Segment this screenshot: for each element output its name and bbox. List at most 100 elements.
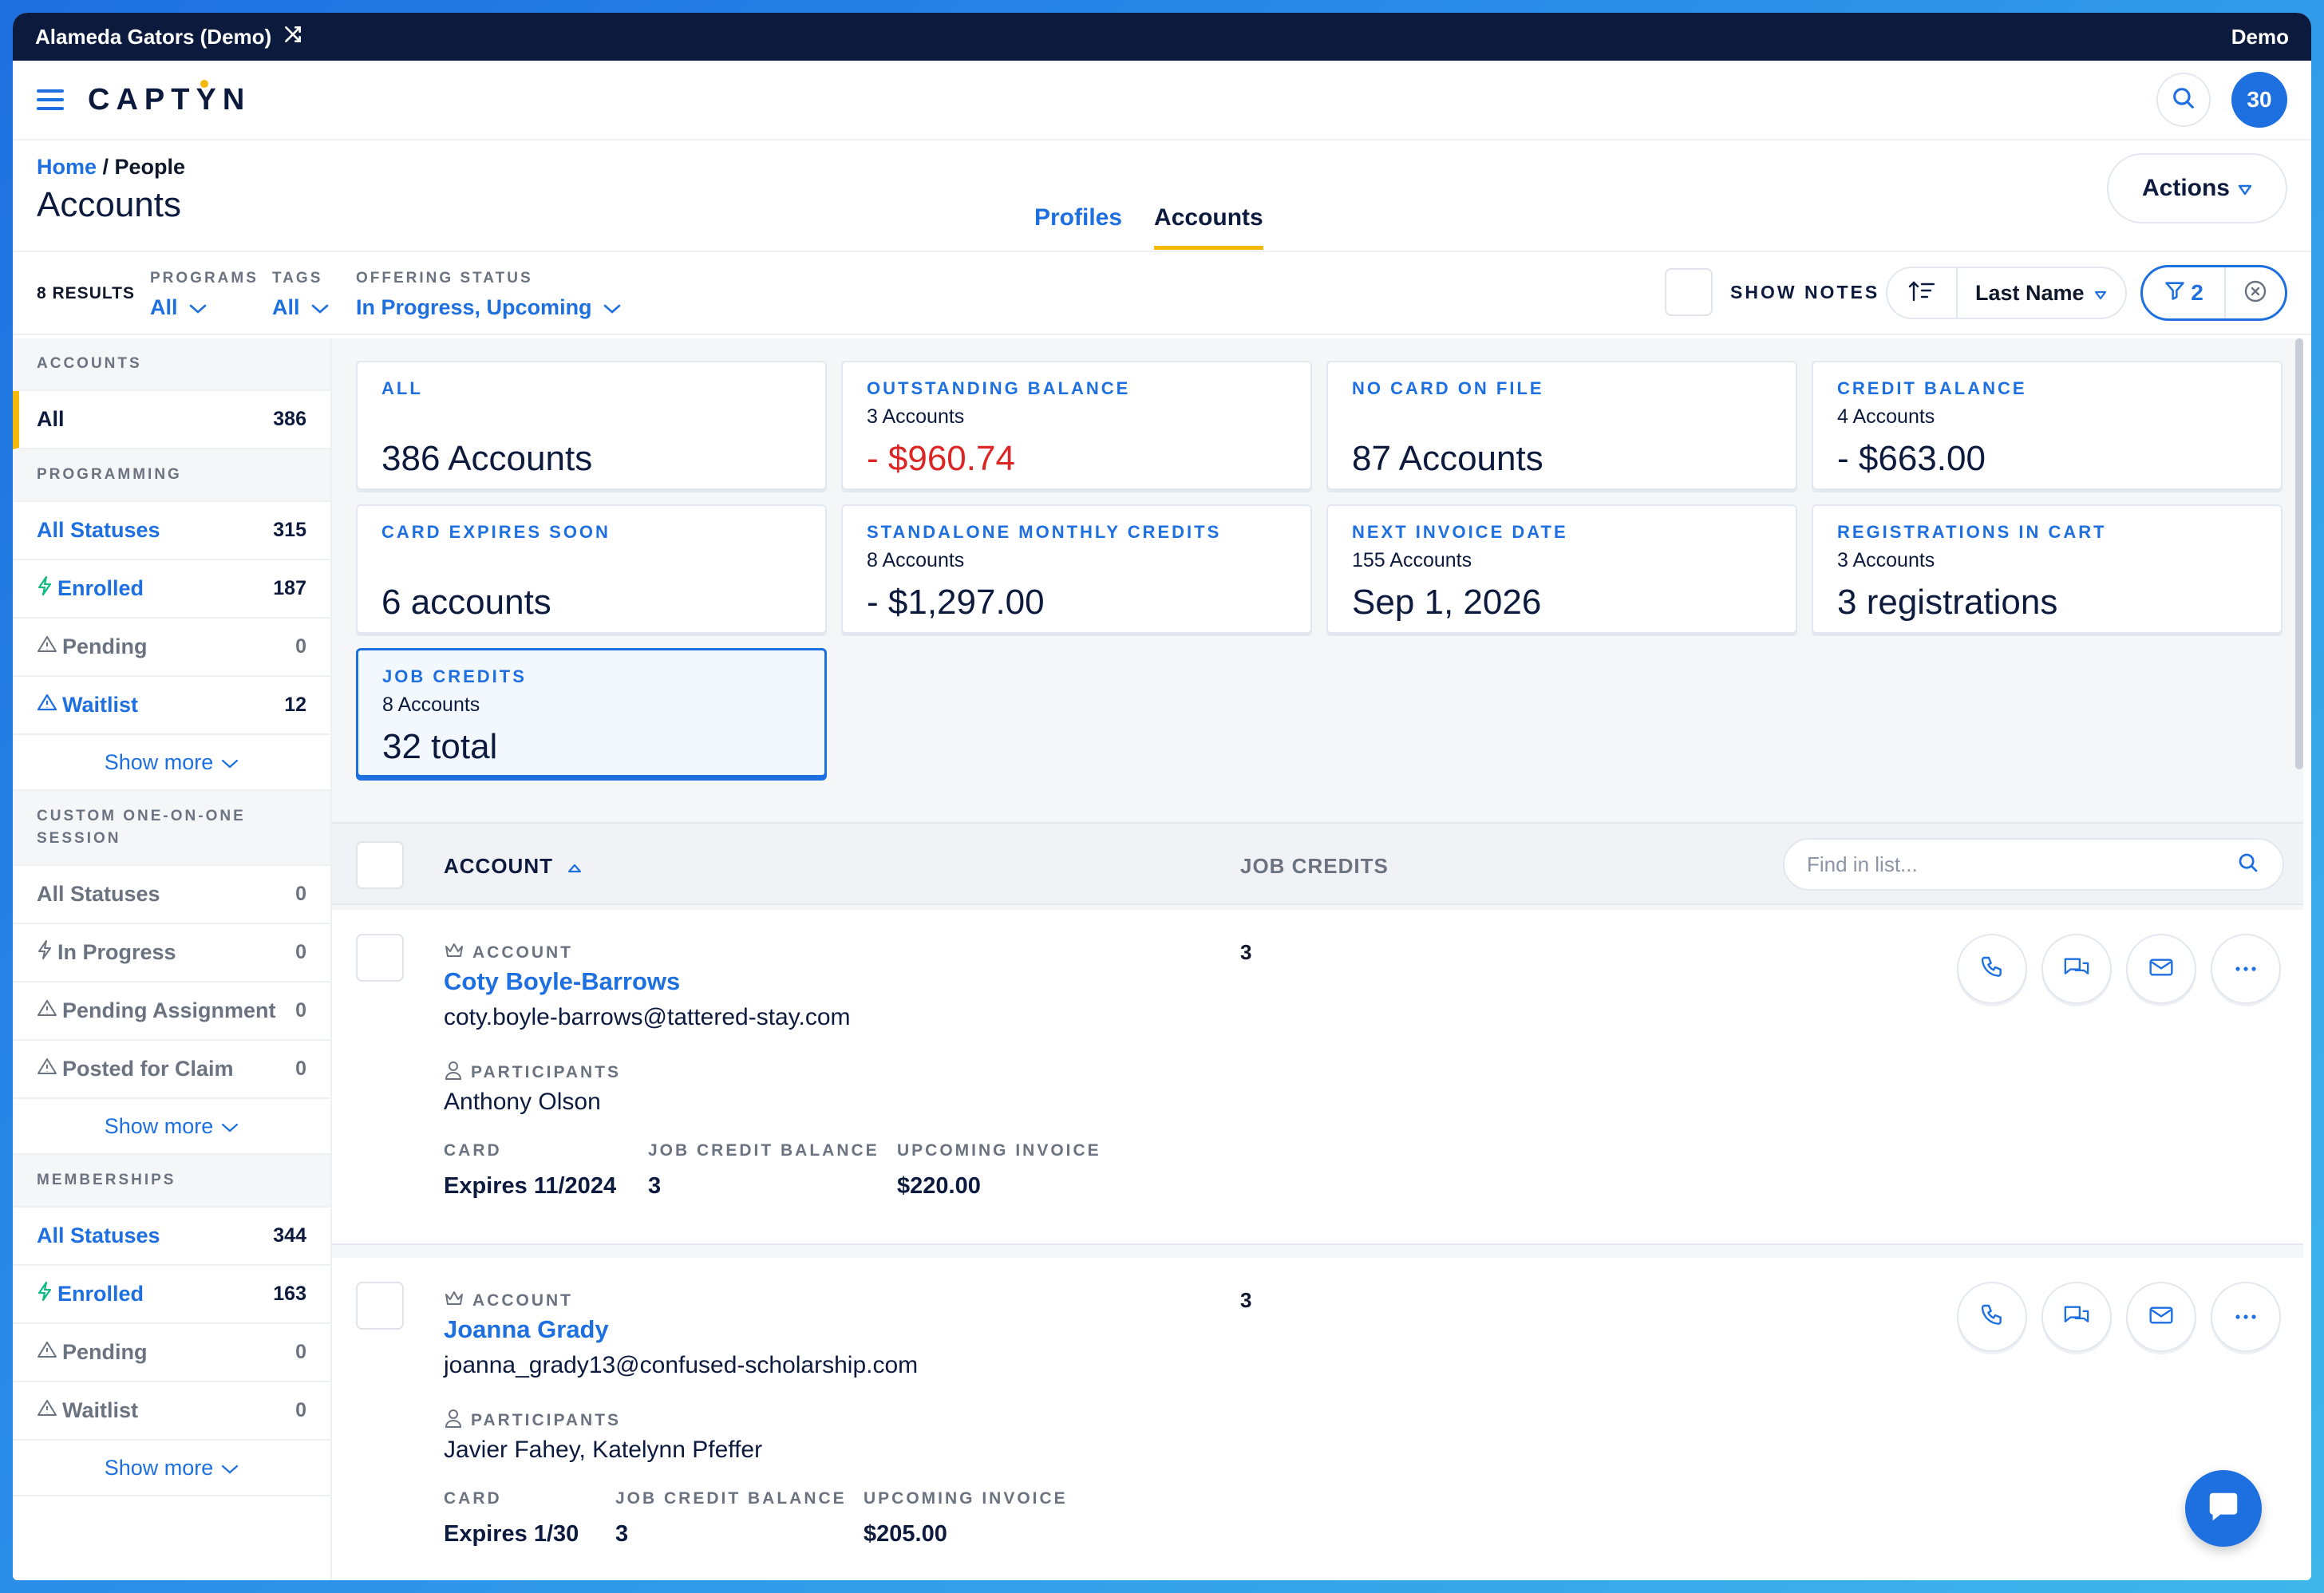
email-button[interactable] — [2126, 934, 2196, 1004]
sidebar-item-label: Pending Assignment — [62, 998, 276, 1022]
page-title: Accounts — [37, 185, 181, 224]
row-checkbox[interactable] — [356, 1282, 404, 1330]
caret-down-icon — [2094, 281, 2107, 306]
sidebar-item-memberships-waitlist[interactable]: Waitlist 0 — [13, 1382, 330, 1441]
call-button[interactable] — [1957, 934, 2027, 1004]
message-button[interactable] — [2041, 934, 2112, 1004]
org-name: Alameda Gators (Demo) — [35, 24, 272, 49]
sidebar-item-programming-pending[interactable]: Pending 0 — [13, 619, 330, 677]
participants-label: PARTICIPANTS — [471, 1063, 622, 1081]
bolt-icon — [37, 1281, 53, 1307]
row-checkbox[interactable] — [356, 934, 404, 982]
sidebar-item-memberships-all-statuses[interactable]: All Statuses 344 — [13, 1208, 330, 1266]
sort-direction-button[interactable] — [1887, 268, 1958, 318]
participants-label: PARTICIPANTS — [471, 1411, 622, 1429]
card-title: CREDIT BALANCE — [1837, 378, 2027, 398]
card-subtitle — [381, 405, 801, 429]
show-notes-checkbox[interactable] — [1665, 268, 1713, 316]
card-card-expires-soon[interactable]: CARD EXPIRES SOON 6 accounts — [356, 504, 827, 634]
ellipsis-icon — [2235, 962, 2257, 976]
find-in-list-input[interactable] — [1807, 852, 2206, 877]
account-column-header[interactable]: ACCOUNT — [444, 854, 582, 879]
participants-value: Javier Fahey, Katelynn Pfeffer — [444, 1437, 763, 1463]
card-value: 87 Accounts — [1352, 439, 1543, 478]
card-standalone-monthly-credits[interactable]: STANDALONE MONTHLY CREDITS 8 Accounts - … — [841, 504, 1312, 634]
sidebar-item-count: 0 — [295, 635, 306, 658]
captyn-logo[interactable]: CAPTYN — [88, 83, 251, 117]
sidebar-item-custom-pending-assignment[interactable]: Pending Assignment 0 — [13, 982, 330, 1041]
card-outstanding-balance[interactable]: OUTSTANDING BALANCE 3 Accounts - $960.74 — [841, 361, 1312, 490]
breadcrumb-home[interactable]: Home — [37, 155, 97, 179]
show-more-custom-session[interactable]: Show more — [13, 1099, 330, 1155]
sidebar-item-count: 0 — [295, 1057, 306, 1080]
sort-control[interactable]: Last Name — [1886, 267, 2127, 319]
search-button[interactable] — [2156, 73, 2211, 127]
sidebar-item-label: In Progress — [57, 940, 176, 964]
sidebar-item-custom-posted-for-claim[interactable]: Posted for Claim 0 — [13, 1041, 330, 1099]
programs-filter[interactable]: PROGRAMS All — [150, 270, 259, 320]
card-value: Sep 1, 2026 — [1352, 583, 1542, 622]
programs-filter-value: All — [150, 295, 178, 319]
show-notes-toggle[interactable]: SHOW NOTES — [1665, 268, 1879, 316]
scrollbar[interactable] — [2295, 338, 2303, 769]
crown-icon — [444, 1290, 464, 1312]
card-title: REGISTRATIONS IN CART — [1837, 522, 2107, 542]
search-icon — [2170, 85, 2197, 116]
tags-filter[interactable]: TAGS All — [272, 270, 329, 320]
sidebar-item-memberships-pending[interactable]: Pending 0 — [13, 1324, 330, 1382]
sidebar-item-label: All Statuses — [37, 518, 160, 542]
upcoming-invoice-value: $220.00 — [897, 1173, 981, 1199]
sidebar-item-programming-enrolled[interactable]: Enrolled 187 — [13, 560, 330, 619]
card-credit-balance[interactable]: CREDIT BALANCE 4 Accounts - $663.00 — [1812, 361, 2282, 490]
sidebar-item-custom-all-statuses[interactable]: All Statuses 0 — [13, 866, 330, 924]
sidebar-item-programming-all-statuses[interactable]: All Statuses 315 — [13, 502, 330, 560]
search-icon[interactable] — [2236, 851, 2260, 879]
select-all-checkbox[interactable] — [356, 841, 404, 889]
show-more-programming[interactable]: Show more — [13, 735, 330, 791]
card-value: 6 accounts — [381, 583, 551, 622]
org-switcher[interactable]: Alameda Gators (Demo) — [35, 24, 303, 50]
menu-icon[interactable] — [37, 89, 64, 110]
sidebar-heading-accounts: ACCOUNTS — [13, 338, 330, 391]
filter-button[interactable]: 2 — [2143, 267, 2226, 318]
account-column-label: ACCOUNT — [444, 854, 553, 878]
offering-status-value: In Progress, Upcoming — [356, 295, 592, 319]
support-chat-button[interactable] — [2185, 1470, 2262, 1547]
sidebar-item-accounts-all[interactable]: All 386 — [13, 391, 330, 449]
card-next-invoice-date[interactable]: NEXT INVOICE DATE 155 Accounts Sep 1, 20… — [1326, 504, 1797, 634]
tab-accounts[interactable]: Accounts — [1154, 204, 1263, 250]
chat-bubbles-icon — [2062, 955, 2091, 984]
card-title: JOB CREDITS — [382, 666, 527, 686]
card-no-card-on-file[interactable]: NO CARD ON FILE 87 Accounts — [1326, 361, 1797, 490]
account-name-link[interactable]: Joanna Grady — [444, 1315, 609, 1344]
card-registrations-in-cart[interactable]: REGISTRATIONS IN CART 3 Accounts 3 regis… — [1812, 504, 2282, 634]
account-name-link[interactable]: Coty Boyle-Barrows — [444, 967, 680, 996]
show-more-memberships[interactable]: Show more — [13, 1441, 330, 1496]
card-subtitle: 8 Accounts — [867, 549, 965, 571]
sidebar-item-programming-waitlist[interactable]: Waitlist 12 — [13, 677, 330, 735]
card-all[interactable]: ALL 386 Accounts — [356, 361, 827, 490]
card-job-credits[interactable]: JOB CREDITS 8 Accounts 32 total — [356, 648, 827, 777]
job-credits-cell: 3 — [1240, 1288, 1252, 1312]
sidebar-item-memberships-enrolled[interactable]: Enrolled 163 — [13, 1266, 330, 1324]
sidebar-item-label: All — [37, 407, 65, 431]
upcoming-invoice-label: UPCOMING INVOICE — [897, 1141, 1101, 1160]
clear-filters-button[interactable] — [2226, 279, 2285, 308]
tab-profiles[interactable]: Profiles — [1034, 204, 1122, 250]
card-title: NEXT INVOICE DATE — [1352, 522, 1568, 542]
sidebar-item-count: 163 — [273, 1283, 306, 1305]
upcoming-invoice-value: $205.00 — [864, 1521, 947, 1547]
message-button[interactable] — [2041, 1282, 2112, 1352]
actions-button[interactable]: Actions — [2107, 153, 2287, 223]
call-button[interactable] — [1957, 1282, 2027, 1352]
more-options-button[interactable] — [2211, 934, 2281, 1004]
warning-icon — [37, 634, 57, 659]
more-options-button[interactable] — [2211, 1282, 2281, 1352]
offering-status-filter[interactable]: OFFERING STATUS In Progress, Upcoming — [356, 270, 621, 320]
notifications-avatar[interactable]: 30 — [2231, 72, 2287, 128]
active-filters-control: 2 — [2140, 265, 2287, 321]
sidebar-item-custom-in-progress[interactable]: In Progress 0 — [13, 924, 330, 982]
job-credits-column-header[interactable]: JOB CREDITS — [1240, 854, 1389, 879]
card-subtitle: 155 Accounts — [1352, 549, 1472, 571]
email-button[interactable] — [2126, 1282, 2196, 1352]
